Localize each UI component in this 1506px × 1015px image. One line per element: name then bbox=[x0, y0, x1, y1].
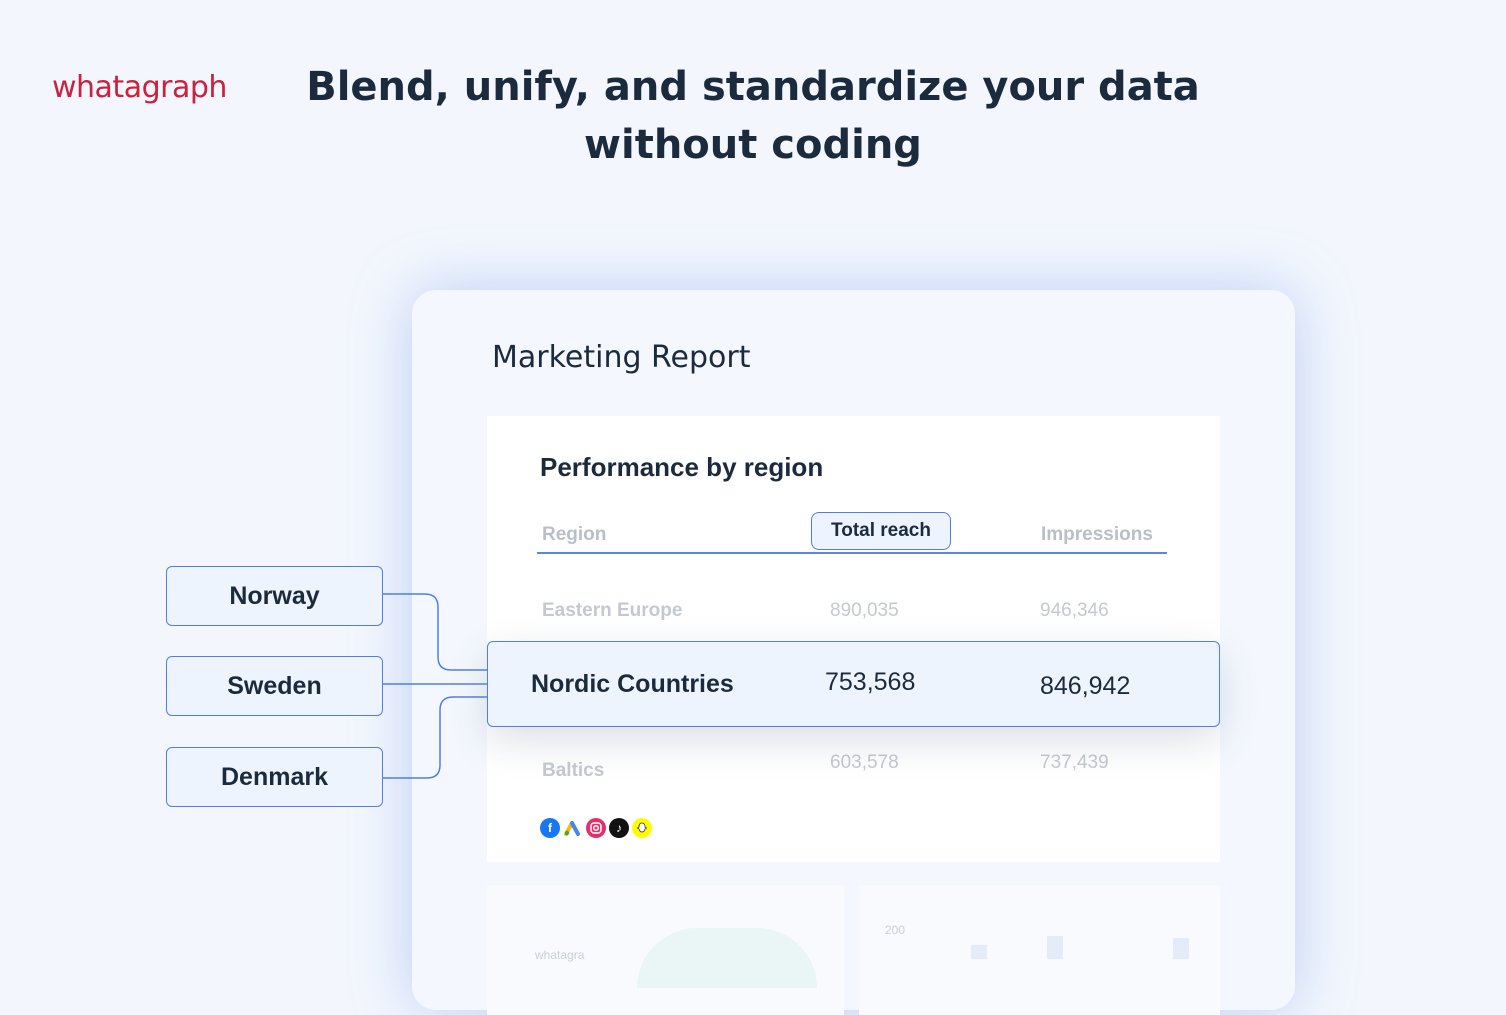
country-label-norway: Norway bbox=[229, 581, 320, 610]
connector-lines bbox=[381, 593, 487, 779]
country-sweden[interactable]: Sweden bbox=[166, 656, 383, 716]
country-label-denmark: Denmark bbox=[221, 762, 328, 791]
country-norway[interactable]: Norway bbox=[166, 566, 383, 626]
country-label-sweden: Sweden bbox=[227, 671, 322, 700]
country-denmark[interactable]: Denmark bbox=[166, 747, 383, 807]
